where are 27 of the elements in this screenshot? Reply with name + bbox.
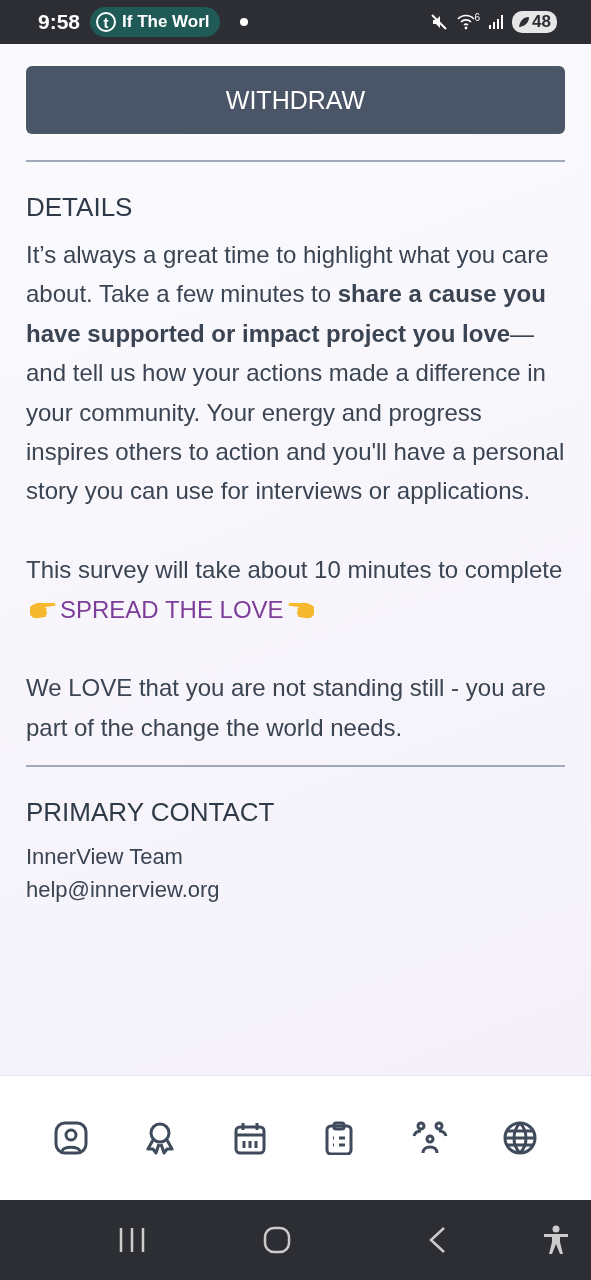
- spread-love-text: SPREAD THE LOVE: [60, 595, 284, 623]
- wifi-label: 6: [474, 11, 481, 23]
- profile-icon[interactable]: [53, 1121, 88, 1155]
- section-heading: DETAILS: [26, 192, 134, 223]
- app-logo: t: [96, 12, 117, 32]
- contact-email: help@innerview.org: [26, 876, 221, 905]
- leaf-icon: [518, 16, 531, 28]
- wifi-icon: [456, 14, 475, 30]
- contact-name: InnerView Team: [26, 843, 184, 872]
- mute-icon: [428, 12, 449, 32]
- group-icon[interactable]: [411, 1121, 448, 1155]
- section-heading: PRIMARY CONTACT: [26, 797, 276, 829]
- signal-icon: [488, 14, 505, 30]
- recent-apps-icon[interactable]: [118, 1227, 146, 1253]
- survey-text: This survey will take about 10 minutes to complete: [26, 556, 563, 584]
- withdraw-button[interactable]: WITHDRAW: [26, 66, 565, 134]
- calendar-icon[interactable]: [232, 1121, 267, 1155]
- dot-icon: [239, 18, 248, 26]
- accessibility-icon[interactable]: [543, 1225, 569, 1255]
- battery-level: 48: [532, 12, 551, 32]
- status-time: 9:58: [38, 10, 81, 34]
- back-icon[interactable]: [428, 1226, 446, 1254]
- closing-paragraph: We LOVE that you are not standing still - you are part of the change the world needs.: [26, 673, 547, 743]
- details-paragraph: It’s always a great time to highlight what you care about. Take a few minutes to share a cause you have supported or impact project you love—and tell us how your actions made a difference in your community. Your energy and progress inspires others to action and you'll have a personal story you can use for interviews or applications.: [26, 240, 565, 507]
- notification-text: If The Worl: [122, 12, 210, 32]
- home-icon[interactable]: [263, 1226, 291, 1254]
- globe-icon[interactable]: [503, 1121, 538, 1155]
